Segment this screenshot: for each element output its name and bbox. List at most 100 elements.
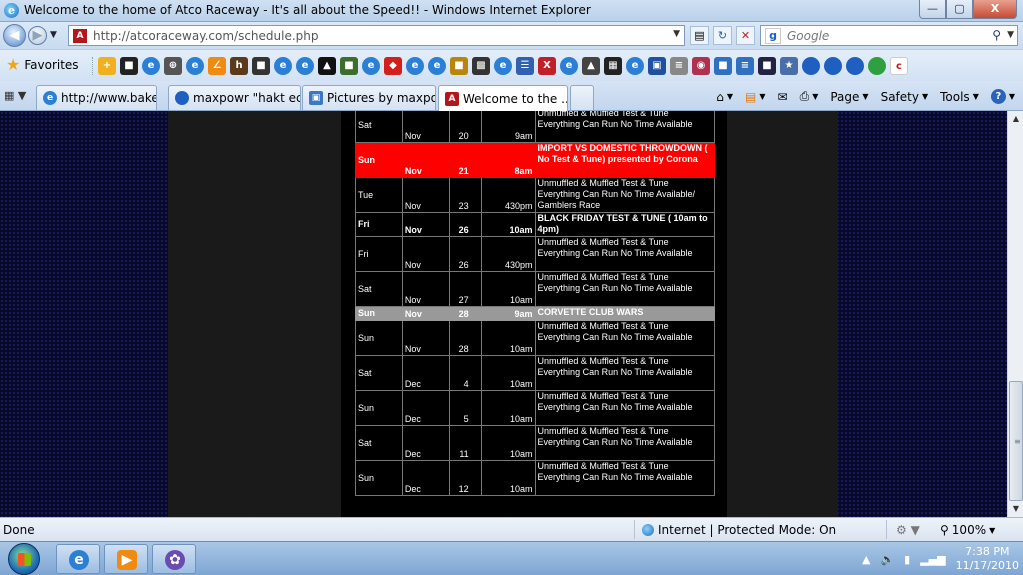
- scrollbar-thumb[interactable]: ≡: [1009, 381, 1023, 501]
- globe-link-icon[interactable]: [846, 57, 864, 75]
- globe-link-icon[interactable]: [868, 57, 886, 75]
- help-icon: ?: [990, 89, 1006, 104]
- favorite-link-icon[interactable]: ■: [758, 57, 776, 75]
- favorite-link-icon[interactable]: ⊕: [164, 57, 182, 75]
- ie-link-icon[interactable]: e: [362, 57, 380, 75]
- scroll-down-arrow-icon[interactable]: ▼: [1008, 501, 1023, 517]
- ie-link-icon[interactable]: e: [494, 57, 512, 75]
- schedule-description: Unmuffled & Muffled Test & Tune Everythi…: [534, 320, 716, 356]
- back-button[interactable]: ◀: [3, 24, 26, 47]
- schedule-time: 10am: [480, 390, 536, 426]
- schedule-month: Nov: [401, 111, 450, 143]
- favorite-link-icon[interactable]: ◉: [692, 57, 710, 75]
- stop-icon[interactable]: ✕: [736, 26, 755, 45]
- favorite-link-icon[interactable]: ◆: [384, 57, 402, 75]
- schedule-description: Unmuffled & Muffled Test & Tune Everythi…: [534, 177, 716, 213]
- favorite-link-icon[interactable]: ▣: [648, 57, 666, 75]
- favorite-link-icon[interactable]: ■: [340, 57, 358, 75]
- safety-menu[interactable]: Safety ▼: [881, 90, 929, 104]
- ie-link-icon[interactable]: e: [626, 57, 644, 75]
- search-options-icon[interactable]: ▼: [1007, 30, 1014, 40]
- schedule-day: Sun: [355, 320, 403, 356]
- globe-link-icon[interactable]: [824, 57, 842, 75]
- feed-link-icon[interactable]: ≡: [670, 57, 688, 75]
- feeds-button[interactable]: ▤ ▼: [745, 90, 766, 104]
- schedule-month: Nov: [401, 177, 450, 213]
- address-bar[interactable]: A http://atcoraceway.com/schedule.php ▼: [68, 25, 685, 46]
- schedule-time: 10am: [480, 425, 536, 461]
- maximize-button[interactable]: ▢: [946, 0, 973, 19]
- recent-pages-dropdown[interactable]: ▼: [50, 30, 57, 40]
- power-icon[interactable]: ▮: [904, 553, 910, 566]
- taskbar-ie-button[interactable]: e: [56, 544, 100, 574]
- favorites-button[interactable]: ★ Favorites: [6, 57, 79, 73]
- ie-logo-icon: e: [4, 3, 19, 18]
- command-bar: ⌂ ▼ ▤ ▼ ✉ ⎙ ▼ Page ▼ Safety ▼ Tools ▼ ? ▼: [716, 89, 1015, 104]
- favorite-link-icon[interactable]: ▩: [472, 57, 490, 75]
- favorite-link-icon[interactable]: X: [538, 57, 556, 75]
- favorite-link-icon[interactable]: ▲: [582, 57, 600, 75]
- minimize-button[interactable]: —: [919, 0, 946, 19]
- close-button[interactable]: X: [973, 0, 1017, 19]
- ie-link-icon[interactable]: e: [428, 57, 446, 75]
- search-icon[interactable]: ⚲: [992, 28, 1001, 42]
- clock[interactable]: 7:38 PM 11/17/2010: [956, 545, 1019, 573]
- schedule-time: 10am: [480, 460, 536, 496]
- favorite-link-icon[interactable]: ☰: [516, 57, 534, 75]
- network-icon[interactable]: ▂▄▆: [920, 553, 945, 566]
- volume-icon[interactable]: 🔈: [880, 553, 894, 566]
- quick-tabs-button[interactable]: ▦ ▼: [4, 89, 26, 102]
- favorite-link-icon[interactable]: c: [890, 57, 908, 75]
- schedule-day: Sun: [355, 390, 403, 426]
- tools-menu[interactable]: Tools ▼: [940, 90, 979, 104]
- favorite-link-icon[interactable]: ▦: [604, 57, 622, 75]
- search-input[interactable]: Google: [787, 29, 829, 43]
- taskbar-app-button[interactable]: ✿: [152, 544, 196, 574]
- home-button[interactable]: ⌂ ▼: [716, 90, 733, 104]
- security-zone[interactable]: Internet | Protected Mode: On: [642, 523, 836, 537]
- vertical-scrollbar[interactable]: ▲ ≡ ▼: [1007, 111, 1023, 517]
- schedule-month: Nov: [401, 212, 450, 237]
- favorite-link-icon[interactable]: ■: [450, 57, 468, 75]
- page-menu[interactable]: Page ▼: [830, 90, 868, 104]
- globe-link-icon[interactable]: [802, 57, 820, 75]
- address-url[interactable]: http://atcoraceway.com/schedule.php: [93, 29, 319, 43]
- schedule-time: 430pm: [480, 177, 536, 213]
- new-tab-button[interactable]: [570, 85, 594, 110]
- tab-2[interactable]: maxpowr "hakt ecu"...: [168, 85, 301, 110]
- security-status-icon[interactable]: ⚙ ▼: [896, 523, 920, 537]
- favorite-link-icon[interactable]: ★: [780, 57, 798, 75]
- favorite-link-icon[interactable]: ■: [120, 57, 138, 75]
- scroll-up-arrow-icon[interactable]: ▲: [1008, 111, 1023, 127]
- favorites-bar: ★ Favorites + ■ e ⊕ e ∠ h ■ e e ▲ ■ e ◆ …: [0, 49, 1023, 81]
- favorite-link-icon[interactable]: ■: [714, 57, 732, 75]
- favorite-link-icon[interactable]: ■: [252, 57, 270, 75]
- favorite-link-icon[interactable]: ≡: [736, 57, 754, 75]
- read-mail-button[interactable]: ✉: [778, 90, 788, 104]
- address-dropdown-icon[interactable]: ▼: [673, 29, 680, 39]
- tab-3[interactable]: ▣ Pictures by maxpow...: [302, 85, 436, 110]
- tab-4-active[interactable]: A Welcome to the ... ✕: [438, 85, 568, 111]
- forward-button[interactable]: ▶: [28, 26, 47, 45]
- compatibility-view-icon[interactable]: ▤: [690, 26, 709, 45]
- ie-link-icon[interactable]: e: [274, 57, 292, 75]
- favorite-link-icon[interactable]: h: [230, 57, 248, 75]
- ie-link-icon[interactable]: e: [296, 57, 314, 75]
- zoom-control[interactable]: ⚲ 100% ▼: [940, 523, 995, 537]
- add-favorite-icon[interactable]: +: [98, 57, 116, 75]
- ie-link-icon[interactable]: e: [560, 57, 578, 75]
- refresh-icon[interactable]: ↻: [713, 26, 732, 45]
- favorite-link-icon[interactable]: ▲: [318, 57, 336, 75]
- ie-link-icon[interactable]: e: [142, 57, 160, 75]
- tab-1[interactable]: e http://www.bakemo...: [36, 85, 157, 110]
- search-box[interactable]: g Google ⚲ ▼: [760, 25, 1018, 46]
- taskbar-media-button[interactable]: ▶: [104, 544, 148, 574]
- print-button[interactable]: ⎙ ▼: [800, 89, 819, 104]
- favorite-link-icon[interactable]: ∠: [208, 57, 226, 75]
- ie-icon: e: [69, 550, 89, 570]
- show-hidden-icons[interactable]: ▲: [862, 553, 870, 566]
- ie-link-icon[interactable]: e: [406, 57, 424, 75]
- help-button[interactable]: ? ▼: [990, 89, 1015, 104]
- ie-link-icon[interactable]: e: [186, 57, 204, 75]
- start-button[interactable]: [8, 543, 40, 575]
